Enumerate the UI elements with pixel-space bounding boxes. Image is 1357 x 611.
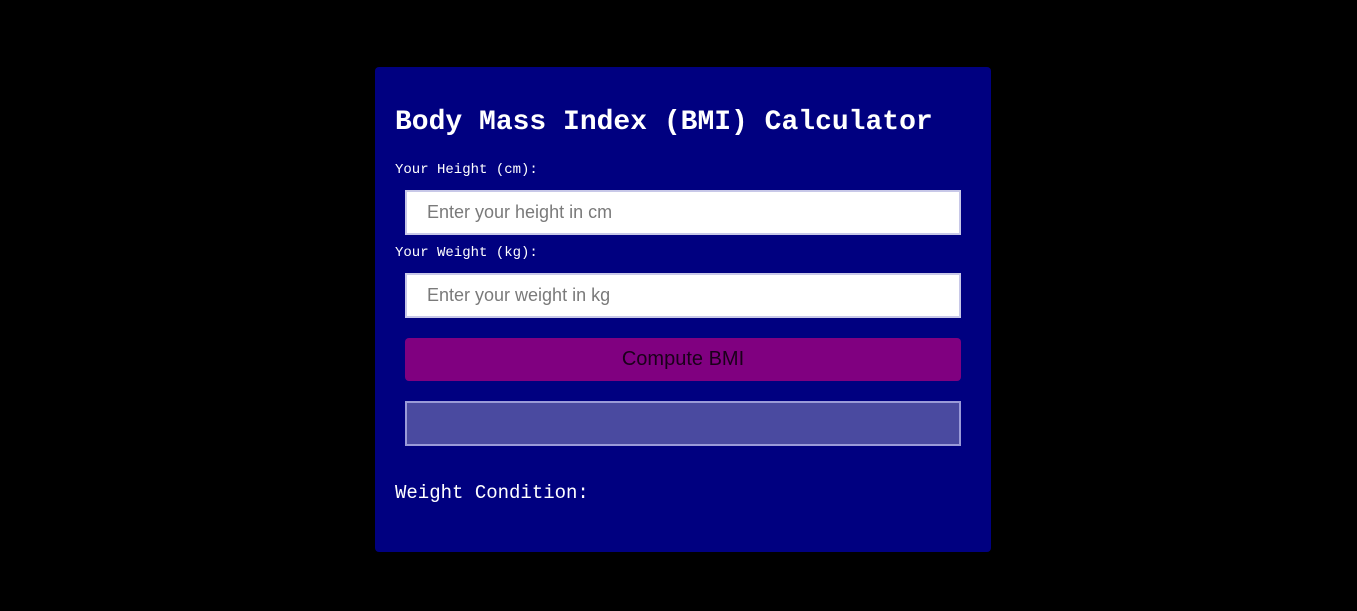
weight-label: Your Weight (kg): <box>395 245 538 261</box>
height-input[interactable] <box>405 190 961 235</box>
page-title: Body Mass Index (BMI) Calculator <box>395 107 933 138</box>
bmi-calculator-card: Body Mass Index (BMI) Calculator Your He… <box>375 67 991 552</box>
height-label: Your Height (cm): <box>395 162 538 178</box>
bmi-result-field <box>405 401 961 446</box>
compute-bmi-button[interactable]: Compute BMI <box>405 338 961 381</box>
weight-condition-label: Weight Condition: <box>395 482 589 504</box>
weight-input[interactable] <box>405 273 961 318</box>
